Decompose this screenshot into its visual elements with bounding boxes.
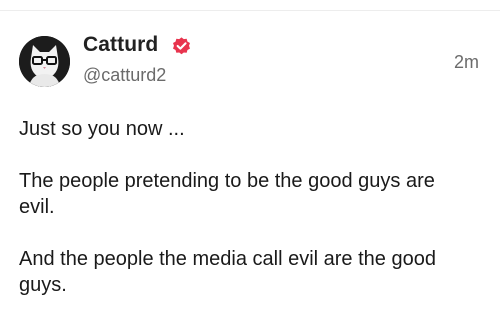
post-paragraph: And the people the media call evil are t… <box>19 248 436 296</box>
post-paragraph: Just so you now ... <box>19 118 185 140</box>
verified-badge-icon <box>171 36 192 57</box>
post-card[interactable]: Catturd @catturd2 2m Just so you now ...… <box>0 0 500 331</box>
post-paragraph: The people pretending to be the good guy… <box>19 170 435 218</box>
author-handle[interactable]: @catturd2 <box>83 65 166 86</box>
display-name[interactable]: Catturd <box>83 33 158 57</box>
post-body: Just so you now ... The people pretendin… <box>19 116 469 324</box>
post-timestamp[interactable]: 2m <box>454 52 479 73</box>
cat-with-glasses-avatar-icon <box>19 36 70 87</box>
avatar[interactable] <box>19 36 70 87</box>
